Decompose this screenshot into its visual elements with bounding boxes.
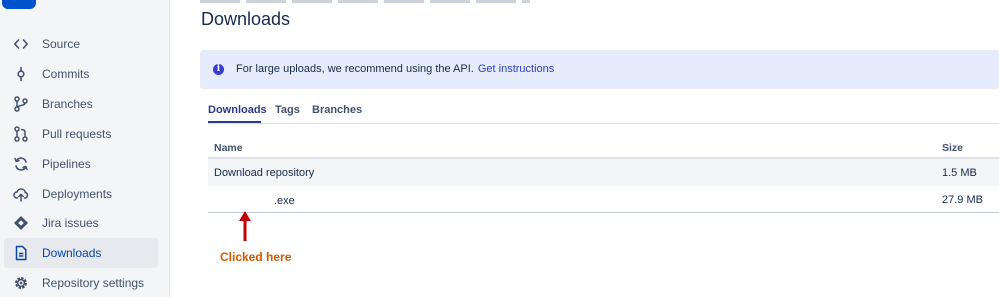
sidebar-item-branches[interactable]: Branches [4,89,158,119]
sidebar-item-downloads[interactable]: Downloads [4,238,158,268]
get-instructions-link[interactable]: Get instructions [478,63,554,75]
download-repository-link[interactable]: Download repository [214,167,314,179]
sidebar-item-label: Pipelines [42,157,91,171]
sidebar-item-label: Commits [42,67,90,81]
redacted-filename [214,194,274,204]
breadcrumb [200,0,530,3]
sidebar-item-label: Source [42,37,81,51]
file-size: 27.9 MB [942,194,983,206]
tab-downloads[interactable]: Downloads [208,104,267,116]
banner-text: For large uploads, we recommend using th… [236,63,474,75]
sidebar-item-deployments[interactable]: Deployments [4,179,158,209]
pipelines-icon [12,155,30,173]
sidebar-item-label: Downloads [42,246,102,260]
sidebar-item-repository-settings[interactable]: Repository settings [4,268,158,298]
gear-icon [12,274,30,292]
arrow-up-icon [239,211,251,241]
sidebar-item-label: Deployments [42,187,113,201]
logo[interactable] [2,0,36,9]
sidebar-item-jira-issues[interactable]: Jira issues [4,208,158,238]
divider [208,123,999,124]
annotation-label: Clicked here [220,250,292,264]
column-header-name: Name [214,142,243,154]
pull-request-icon [12,125,30,143]
jira-icon [12,214,30,232]
sidebar-item-label: Repository settings [42,276,145,290]
table-header: Name Size [208,137,999,159]
table-row[interactable]: Download repository 1.5 MB [208,159,999,186]
tab-branches[interactable]: Branches [312,104,362,116]
sidebar-item-label: Pull requests [42,127,112,141]
sidebar: Source Commits Branches Pull requests Pi… [0,0,170,297]
branch-icon [12,95,30,113]
sidebar-item-commits[interactable]: Commits [4,59,158,89]
info-banner: i For large uploads, we recommend using … [200,50,999,89]
code-icon [12,35,30,53]
cloud-upload-icon [12,185,30,203]
file-link[interactable]: .exe [214,194,295,207]
column-header-size: Size [942,142,964,154]
file-size: 1.5 MB [942,167,977,179]
sidebar-item-pipelines[interactable]: Pipelines [4,149,158,179]
file-icon [12,244,30,262]
sidebar-item-label: Jira issues [42,216,99,230]
page-title: Downloads [201,9,291,29]
table-row[interactable]: .exe 27.9 MB [208,186,999,213]
commit-icon [12,65,30,83]
sidebar-item-source[interactable]: Source [4,29,158,59]
sidebar-item-label: Branches [42,97,93,111]
sidebar-item-pull-requests[interactable]: Pull requests [4,119,158,149]
tab-tags[interactable]: Tags [275,104,300,116]
info-icon: i [213,64,224,75]
file-extension: .exe [274,195,295,207]
banner-message: For large uploads, we recommend using th… [236,63,554,75]
